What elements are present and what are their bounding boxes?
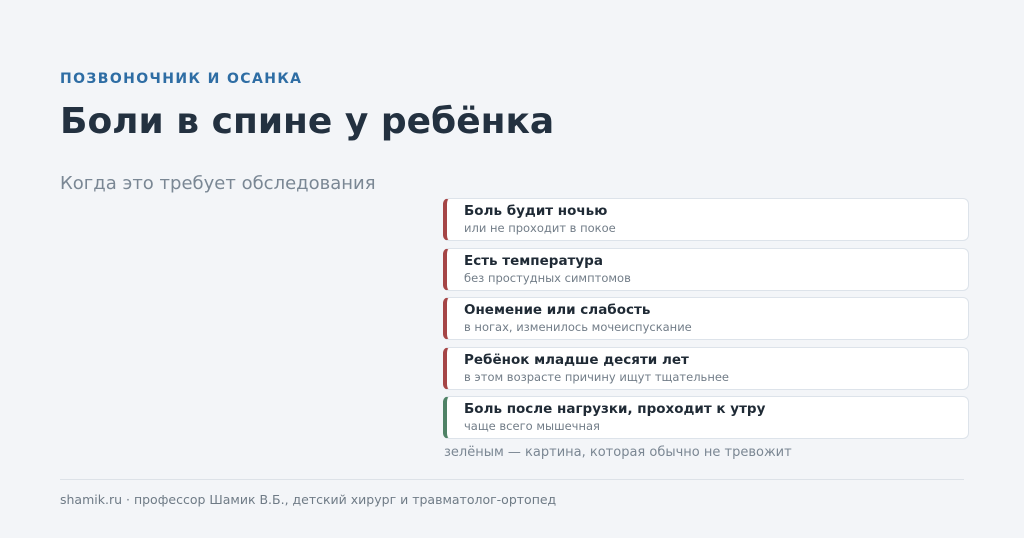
sign-card-after-exercise: Боль после нагрузки, проходит к утру чащ… <box>443 396 969 439</box>
sign-card-night-pain: Боль будит ночью или не проходит в покое <box>443 198 969 241</box>
page-subtitle: Когда это требует обследования <box>60 173 376 194</box>
warning-signs-list: Боль будит ночью или не проходит в покое… <box>443 198 969 446</box>
sign-card-young-age: Ребёнок младше десяти лет в этом возраст… <box>443 346 969 390</box>
sign-card-title: Боль будит ночью <box>464 203 608 219</box>
footer-credit: shamik.ru · профессор Шамик В.Б., детски… <box>60 492 557 507</box>
sign-card-title: Боль после нагрузки, проходит к утру <box>464 401 766 417</box>
page-title: Боли в спине у ребёнка <box>60 101 555 142</box>
sign-card-title: Ребёнок младше десяти лет <box>464 351 689 368</box>
sign-card-title: Есть температура <box>464 252 603 269</box>
sign-card-fever: Есть температура без простудных симптомо… <box>443 247 969 291</box>
section-kicker: ПОЗВОНОЧНИК И ОСАНКА <box>60 71 303 87</box>
sign-card-subtitle: в этом возрасте причину ищут тщательнее <box>464 369 729 384</box>
sign-card-numbness: Онемение или слабость в ногах, изменилос… <box>443 297 969 340</box>
footer-divider <box>60 479 964 480</box>
sign-card-title: Онемение или слабость <box>464 302 651 318</box>
sign-card-subtitle: или не проходит в покое <box>464 221 616 235</box>
sign-card-subtitle: чаще всего мышечная <box>464 419 600 433</box>
legend-note: зелёным — картина, которая обычно не тре… <box>444 445 792 460</box>
sign-card-subtitle: без простудных симптомов <box>464 270 631 285</box>
sign-card-subtitle: в ногах, изменилось мочеиспускание <box>464 320 692 334</box>
